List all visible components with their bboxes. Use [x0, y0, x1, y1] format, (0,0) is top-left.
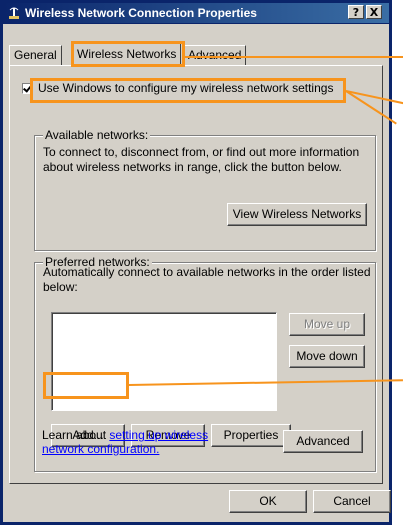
properties-window: Wireless Network Connection Properties ?… [0, 0, 392, 525]
ok-button[interactable]: OK [229, 490, 307, 513]
learn-about-prefix: Learn about [42, 428, 110, 442]
wireless-networks-page: Use Windows to configure my wireless net… [9, 65, 383, 484]
window-title: Wireless Network Connection Properties [25, 6, 257, 20]
tab-wireless-networks[interactable]: Wireless Networks [72, 42, 182, 66]
use-windows-checkbox[interactable] [22, 83, 33, 94]
callout-line-tab [185, 56, 403, 58]
preferred-networks-list[interactable] [51, 312, 277, 411]
available-networks-legend: Available networks: [43, 128, 151, 142]
close-button[interactable]: X [366, 5, 382, 19]
tab-general[interactable]: General [9, 45, 62, 65]
move-down-button[interactable]: Move down [289, 345, 365, 368]
view-wireless-networks-button[interactable]: View Wireless Networks [227, 203, 367, 226]
help-button[interactable]: ? [348, 5, 364, 19]
available-networks-description: To connect to, disconnect from, or find … [43, 145, 360, 174]
network-connection-icon [9, 7, 19, 19]
tab-advanced[interactable]: Advanced [183, 45, 247, 65]
learn-about-text: Learn about setting up wireless network … [42, 428, 252, 456]
advanced-button[interactable]: Advanced [283, 430, 363, 453]
preferred-networks-description: Automatically connect to available netwo… [43, 265, 371, 294]
available-networks-group: Available networks: To connect to, disco… [34, 128, 376, 251]
cancel-button[interactable]: Cancel [313, 490, 391, 513]
dialog-body: General Wireless Networks Advanced Use W… [3, 24, 391, 522]
use-windows-label[interactable]: Use Windows to configure my wireless net… [38, 81, 333, 96]
move-up-button[interactable]: Move up [289, 313, 365, 336]
title-bar[interactable]: Wireless Network Connection Properties ?… [3, 3, 389, 23]
